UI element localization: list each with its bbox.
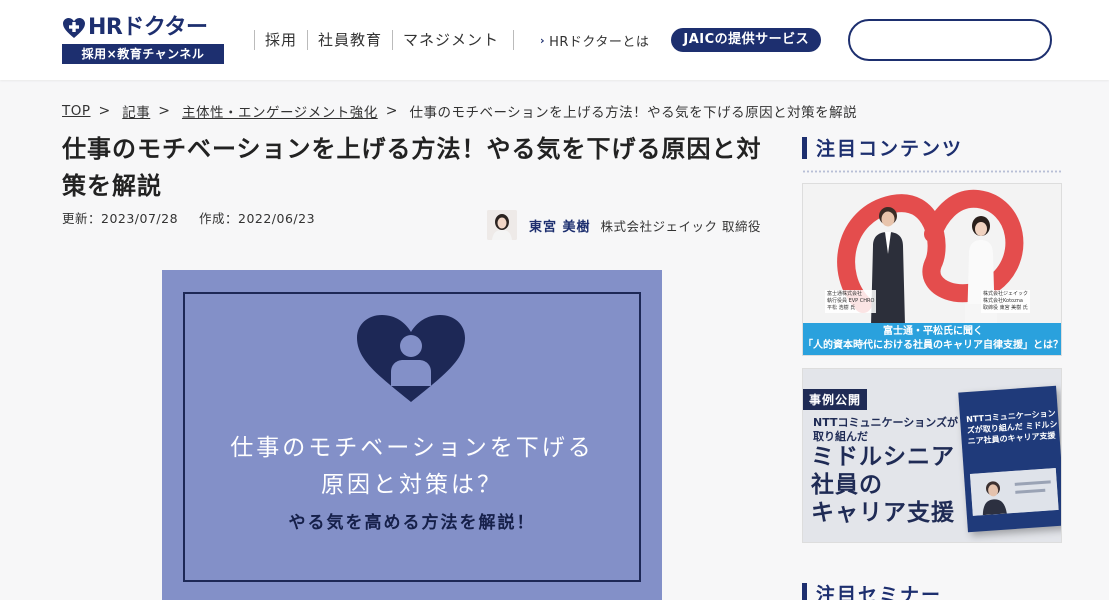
hero-line-1: 仕事のモチベーションを下げる [230, 435, 594, 461]
whitepaper-title: NTTコミュニケーションズが取り組んだ ミドルシニア社員のキャリア支援 [965, 408, 1058, 447]
nav-item-management[interactable]: マネジメント [392, 30, 509, 50]
banner-headline-line-1: ミドルシニア [811, 444, 955, 470]
whitepaper-photo [969, 467, 1059, 516]
hero-line-3: やる気を高める方法を解説！ [288, 513, 536, 533]
banner-subtitle: NTTコミュニケーションズが 取り組んだ [813, 416, 958, 444]
breadcrumb-articles[interactable]: 記事 [122, 101, 150, 121]
breadcrumb-current: 仕事のモチベーションを上げる方法！やる気を下げる原因と対策を解説 [409, 105, 858, 121]
featured-banner-fujitsu[interactable]: 富士通株式会社 執行役員 EVP CHRO 平松 浩樹 氏 株式会社ジェイック … [802, 183, 1062, 356]
article-hero-image: 仕事のモチベーションを下げる 原因と対策は？ やる気を高める方法を解説！ [162, 270, 662, 600]
nav-item-recruiting[interactable]: 採用 [254, 30, 307, 50]
breadcrumb-top[interactable]: TOP [62, 103, 91, 119]
main-nav: 採用 社員教育 マネジメント › HRドクターとは JAICの提供サービス [254, 28, 822, 52]
created-date: 作成：2022/06/23 [199, 211, 316, 226]
nav-item-employee-education[interactable]: 社員教育 [307, 30, 392, 50]
case-study-badge: 事例公開 [803, 389, 868, 410]
whitepaper-cover: NTTコミュニケーションズが取り組んだ ミドルシニア社員のキャリア支援 [958, 385, 1061, 533]
about-link-label: HRドクターとは [549, 34, 650, 50]
banner-name-tag-left: 富士通株式会社 執行役員 EVP CHRO 平松 浩樹 氏 [825, 290, 877, 313]
chevron-right-icon: › [540, 33, 546, 47]
heading-accent-bar [802, 136, 807, 159]
logo-text: HRドクター [88, 15, 208, 40]
author-avatar [487, 210, 517, 240]
article-title: 仕事のモチベーションを上げる方法！やる気を下げる原因と対策を解説 [62, 135, 762, 200]
seminar-heading: 注目セミナー [802, 580, 942, 600]
author-name[interactable]: 東宮 美樹 [529, 216, 591, 235]
author-role: 株式会社ジェイック 取締役 [600, 218, 762, 234]
featured-heading: 注目コンテンツ [802, 134, 963, 161]
banner-headline: ミドルシニア 社員の キャリア支援 [811, 443, 955, 527]
about-link[interactable]: › HRドクターとは [540, 31, 649, 50]
logo-subtitle: 採用×教育チャンネル [62, 44, 224, 64]
banner-caption-line-1: 富士通・平松氏に聞く [883, 326, 983, 337]
breadcrumb-separator: > [98, 103, 111, 119]
banner-caption: 富士通・平松氏に聞く 「人的資本時代における社員のキャリア自律支援」とは？ [803, 323, 1062, 355]
search-box [848, 19, 1052, 61]
heart-person-icon [357, 315, 465, 402]
banner-subtitle-line-2: 取り組んだ [813, 430, 868, 443]
breadcrumb-separator: > [158, 103, 170, 119]
heading-accent-bar [802, 582, 807, 600]
nav-divider [513, 30, 515, 50]
breadcrumb-separator: > [385, 103, 398, 119]
site-header: HRドクター 採用×教育チャンネル 採用 社員教育 マネジメント › HRドクタ… [0, 0, 1109, 80]
seminar-title: 注目セミナー [816, 584, 943, 600]
site-logo[interactable]: HRドクター 採用×教育チャンネル [62, 14, 226, 66]
breadcrumb-category[interactable]: 主体性・エンゲージメント強化 [182, 101, 378, 121]
dotted-divider [802, 170, 1062, 173]
banner-headline-line-3: キャリア支援 [811, 500, 955, 526]
banner-name-tag-right: 株式会社ジェイック 株式会社Kotozna 取締役 東宮 美樹 氏 [981, 290, 1031, 313]
banner-caption-line-2: 「人的資本時代における社員のキャリア自律支援」とは？ [803, 340, 1062, 351]
featured-title: 注目コンテンツ [816, 138, 964, 160]
jaic-services-button[interactable]: JAICの提供サービス [671, 28, 822, 52]
heart-plus-icon [63, 18, 85, 38]
author-info[interactable]: 東宮 美樹 株式会社ジェイック 取締役 [487, 210, 761, 240]
banner-subtitle-line-1: NTTコミュニケーションズが [813, 416, 959, 429]
updated-date: 更新：2023/07/28 [62, 211, 179, 226]
featured-banner-ntt[interactable]: 事例公開 NTTコミュニケーションズが 取り組んだ ミドルシニア 社員の キャリ… [802, 368, 1062, 543]
breadcrumb: TOP > 記事 > 主体性・エンゲージメント強化 > 仕事のモチベーションを上… [62, 101, 857, 121]
hero-line-2: 原因と対策は？ [321, 472, 503, 498]
banner-headline-line-2: 社員の [811, 472, 883, 498]
search-input[interactable] [850, 21, 1050, 59]
